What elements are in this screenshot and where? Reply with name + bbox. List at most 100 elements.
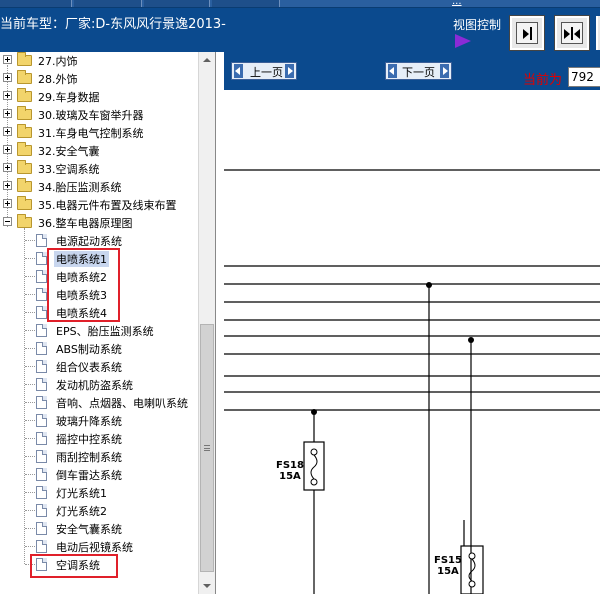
toolbar-tab[interactable] bbox=[0, 0, 72, 7]
tree-document-label: EPS、胎压监测系统 bbox=[56, 325, 154, 338]
fit-page-icon bbox=[561, 22, 583, 44]
tree-connector bbox=[25, 402, 35, 403]
document-icon bbox=[36, 414, 47, 427]
document-icon bbox=[36, 522, 47, 535]
tree-document-label: 发动机防盗系统 bbox=[56, 379, 133, 392]
tree-folder-label: 27.内饰 bbox=[38, 55, 78, 68]
tree-document-label: 玻璃升降系统 bbox=[56, 415, 122, 428]
expand-icon[interactable] bbox=[3, 73, 12, 82]
view-control-label: 视图控制 bbox=[453, 18, 502, 32]
tree-document-item[interactable]: 玻璃升降系统 bbox=[0, 412, 196, 430]
tree-document-label: 电源起动系统 bbox=[56, 235, 122, 248]
arrow-left-icon bbox=[234, 64, 243, 78]
toolbar-tab[interactable] bbox=[144, 0, 210, 7]
folder-icon bbox=[17, 106, 32, 120]
tree-folder-item[interactable]: 32.安全气囊 bbox=[0, 142, 196, 160]
prev-page-button[interactable]: 上一页 bbox=[231, 62, 297, 80]
fit-page-button[interactable] bbox=[554, 15, 590, 51]
tree-connector bbox=[25, 294, 35, 295]
tree-scrollbar[interactable] bbox=[198, 52, 215, 594]
tree-document-item[interactable]: 灯光系统1 bbox=[0, 484, 196, 502]
tree-document-item[interactable]: EPS、胎压监测系统 bbox=[0, 322, 196, 340]
tree-document-item[interactable]: 发动机防盗系统 bbox=[0, 376, 196, 394]
tree-document-item[interactable]: 组合仪表系统 bbox=[0, 358, 196, 376]
document-icon bbox=[36, 234, 47, 247]
tree-document-item[interactable]: 雨刮控制系统 bbox=[0, 448, 196, 466]
wiring-diagram-svg bbox=[224, 169, 600, 594]
category-tree: 27.内饰 28.外饰 29.车身数据 30.玻璃及车窗举升器 31.车身电气控制系统 3… bbox=[0, 52, 216, 594]
document-icon bbox=[36, 270, 47, 283]
grip-icon bbox=[204, 445, 210, 451]
tree-folder-label: 28.外饰 bbox=[38, 73, 78, 86]
tree-document-item[interactable]: 音响、点烟器、电喇叭系统 bbox=[0, 394, 196, 412]
toolbar-tab[interactable] bbox=[74, 0, 142, 7]
tree-document-item[interactable]: 倒车雷达系统 bbox=[0, 466, 196, 484]
document-icon bbox=[36, 306, 47, 319]
document-icon bbox=[36, 252, 47, 265]
tree-document-item[interactable]: 灯光系统2 bbox=[0, 502, 196, 520]
folder-icon bbox=[17, 52, 32, 66]
diagram-toolbar: 上一页 下一页 当前为 bbox=[224, 52, 600, 90]
tree-document-label: 灯光系统1 bbox=[56, 487, 107, 500]
tree-folder-item[interactable]: 30.玻璃及车窗举升器 bbox=[0, 106, 196, 124]
fuse-label-fs15: FS15 15A bbox=[434, 555, 462, 577]
document-icon bbox=[36, 504, 47, 517]
page-number-input[interactable] bbox=[568, 67, 600, 87]
tree-document-label: ABS制动系统 bbox=[56, 343, 122, 356]
highlight-box bbox=[47, 248, 120, 322]
document-icon bbox=[36, 288, 47, 301]
document-icon bbox=[36, 378, 47, 391]
toolbar-tab[interactable] bbox=[212, 0, 280, 7]
expand-icon[interactable] bbox=[3, 55, 12, 64]
document-icon bbox=[36, 450, 47, 463]
next-page-button[interactable]: 下一页 bbox=[385, 62, 452, 80]
scroll-thumb[interactable] bbox=[200, 324, 214, 572]
expand-icon[interactable] bbox=[3, 163, 12, 172]
tree-document-item[interactable]: ABS制动系统 bbox=[0, 340, 196, 358]
expand-icon[interactable] bbox=[3, 91, 12, 100]
tree-connector bbox=[25, 492, 35, 493]
collapse-icon[interactable] bbox=[3, 217, 12, 226]
expand-icon[interactable] bbox=[3, 181, 12, 190]
tree-connector bbox=[25, 528, 35, 529]
expand-icon[interactable] bbox=[3, 109, 12, 118]
tree-folder-item[interactable]: 34.胎压监测系统 bbox=[0, 178, 196, 196]
expand-icon[interactable] bbox=[3, 145, 12, 154]
tree-connector bbox=[25, 276, 35, 277]
tree-folder-item[interactable]: 35.电器元件布置及线束布置 bbox=[0, 196, 196, 214]
tree-folder-item[interactable]: 29.车身数据 bbox=[0, 88, 196, 106]
play-arrow-icon[interactable] bbox=[455, 34, 471, 48]
document-icon bbox=[36, 486, 47, 499]
fuse-label-fs18: FS18 15A bbox=[276, 460, 304, 482]
tree-document-item[interactable]: 摇控中控系统 bbox=[0, 430, 196, 448]
tree-folder-item[interactable]: 31.车身电气控制系统 bbox=[0, 124, 196, 142]
tree-connector bbox=[25, 312, 35, 313]
tree-folder-item[interactable]: 27.内饰 bbox=[0, 52, 196, 70]
document-icon bbox=[36, 540, 47, 553]
document-icon bbox=[36, 396, 47, 409]
folder-icon bbox=[17, 88, 32, 102]
expand-icon[interactable] bbox=[3, 127, 12, 136]
tree-folder-item[interactable]: 33.空调系统 bbox=[0, 160, 196, 178]
expand-icon[interactable] bbox=[3, 199, 12, 208]
top-link[interactable]: ... bbox=[452, 0, 462, 7]
tree-connector bbox=[25, 258, 35, 259]
tree-connector bbox=[25, 330, 35, 331]
fuse-rating: 15A bbox=[437, 566, 459, 577]
scroll-down-icon[interactable] bbox=[199, 578, 215, 594]
tree-folder-label: 34.胎压监测系统 bbox=[38, 181, 122, 194]
document-icon bbox=[36, 432, 47, 445]
tree-connector bbox=[25, 546, 35, 547]
junction-dot bbox=[468, 337, 474, 343]
tree-connector bbox=[25, 438, 35, 439]
tree-document-item[interactable]: 安全气囊系统 bbox=[0, 520, 196, 538]
tree-folder-item[interactable]: 36.整车电器原理图 bbox=[0, 214, 196, 232]
tree-folder-item[interactable]: 28.外饰 bbox=[0, 70, 196, 88]
scroll-up-icon[interactable] bbox=[199, 52, 215, 68]
fit-width-button[interactable] bbox=[509, 15, 545, 51]
folder-icon bbox=[17, 70, 32, 84]
view-button-partial[interactable] bbox=[596, 16, 600, 50]
tree-folder-label: 32.安全气囊 bbox=[38, 145, 100, 158]
tree-folder-label: 31.车身电气控制系统 bbox=[38, 127, 144, 140]
highlight-box bbox=[30, 554, 118, 578]
